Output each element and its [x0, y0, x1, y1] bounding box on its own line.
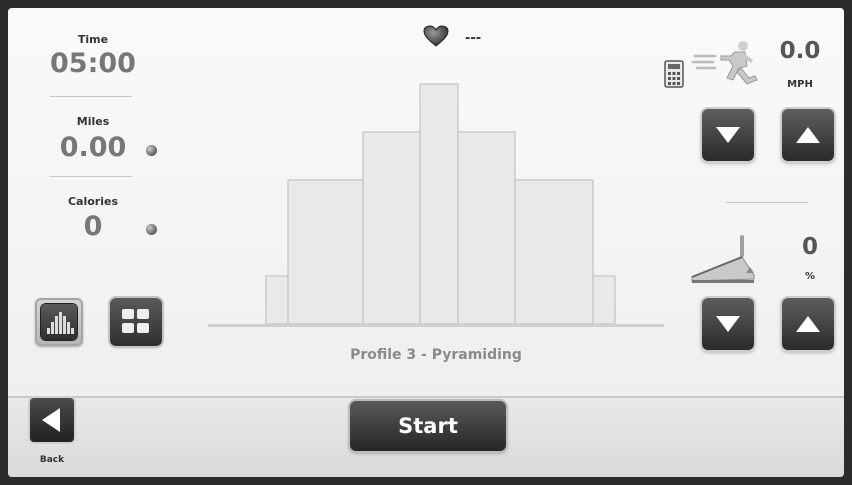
- profile-segment-bar: [592, 275, 616, 325]
- grid-view-icon: [122, 309, 149, 333]
- incline-increase-button[interactable]: [782, 298, 834, 350]
- up-arrow-icon: [796, 316, 820, 332]
- workout-panel: Time 05:00 Miles 0.00 Calories 0 --- Pro…: [8, 8, 844, 396]
- miles-value: 0.00: [59, 132, 127, 163]
- profile-name: Profile 3 - Pyramiding: [350, 347, 522, 363]
- profile-view-button[interactable]: [35, 298, 83, 346]
- miles-indicator-dot: [146, 145, 157, 156]
- back-button[interactable]: [30, 398, 74, 442]
- calories-value: 0: [83, 211, 103, 242]
- profile-segment-bar: [265, 275, 289, 325]
- incline-unit: %: [804, 271, 816, 282]
- start-button[interactable]: Start: [350, 401, 506, 451]
- profile-segment-bar: [287, 179, 364, 325]
- incline-decrease-button[interactable]: [702, 298, 754, 350]
- calculator-icon[interactable]: [664, 60, 684, 88]
- back-arrow-icon: [42, 408, 60, 432]
- speed-value: 0.0: [779, 38, 821, 64]
- profile-segment-bar: [457, 131, 516, 325]
- grid-view-button[interactable]: [110, 298, 162, 346]
- incline-value: 0: [801, 234, 818, 260]
- back-label: Back: [39, 455, 65, 465]
- profile-segment-bar: [362, 131, 421, 325]
- up-arrow-icon: [796, 127, 820, 143]
- profile-baseline: [208, 324, 664, 327]
- time-value: 05:00: [50, 48, 136, 79]
- divider: [50, 176, 132, 177]
- device-frame: Time 05:00 Miles 0.00 Calories 0 --- Pro…: [0, 0, 852, 485]
- speed-unit: MPH: [787, 79, 813, 90]
- speed-increase-button[interactable]: [782, 109, 834, 161]
- miles-label: Miles: [76, 115, 110, 128]
- profile-segment-bar: [419, 83, 459, 325]
- speed-decrease-button[interactable]: [702, 109, 754, 161]
- heart-rate-value: ---: [465, 31, 482, 46]
- runner-icon: [691, 41, 758, 85]
- down-arrow-icon: [716, 316, 740, 332]
- down-arrow-icon: [716, 127, 740, 143]
- calories-indicator-dot: [146, 224, 157, 235]
- profile-segment-bar: [514, 179, 594, 325]
- divider: [50, 96, 132, 97]
- profile-chart-icon: [47, 312, 74, 334]
- time-label: Time: [77, 33, 109, 46]
- divider: [726, 202, 808, 203]
- profile-chart: [208, 83, 664, 327]
- calories-label: Calories: [67, 195, 119, 208]
- incline-icon: [691, 235, 755, 283]
- heart-icon: [423, 25, 449, 47]
